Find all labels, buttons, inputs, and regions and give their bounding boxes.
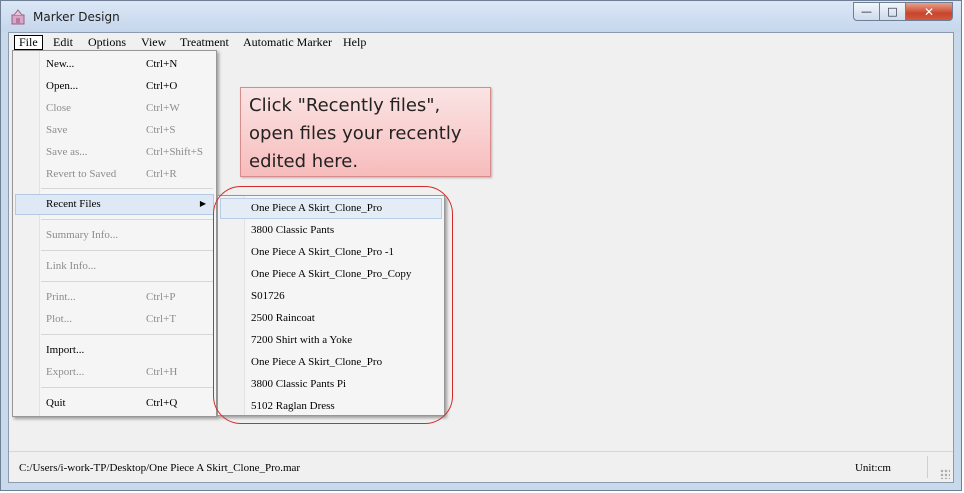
file-menu-summary-info[interactable]: Summary Info...: [15, 225, 214, 245]
menu-item-shortcut: Ctrl+Shift+S: [146, 146, 204, 158]
menu-options[interactable]: Options: [84, 35, 130, 50]
recent-file-label: 2500 Raincoat: [251, 312, 315, 324]
file-menu-open[interactable]: Open... Ctrl+O: [15, 76, 214, 96]
title-bar[interactable]: Marker Design — □ ✕: [1, 1, 961, 32]
recent-file-label: One Piece A Skirt_Clone_Pro: [251, 356, 383, 368]
menu-treatment[interactable]: Treatment: [176, 35, 233, 50]
file-menu-recent-files[interactable]: Recent Files ▶: [15, 194, 214, 215]
menu-item-shortcut: Ctrl+P: [146, 291, 176, 303]
menu-help[interactable]: Help: [339, 35, 370, 50]
menu-item-shortcut: Ctrl+Q: [146, 397, 178, 409]
minimize-button[interactable]: —: [853, 2, 880, 21]
recent-file-item[interactable]: One Piece A Skirt_Clone_Pro -1: [220, 242, 442, 263]
file-menu-revert[interactable]: Revert to Saved Ctrl+R: [15, 164, 214, 184]
recent-file-label: 5102 Raglan Dress: [251, 400, 335, 412]
menu-item-label: Import...: [46, 344, 85, 356]
menu-item-label: Recent Files: [46, 198, 101, 210]
menu-item-label: Save: [46, 124, 68, 136]
file-menu-save[interactable]: Save Ctrl+S: [15, 120, 214, 140]
status-unit: Unit:cm: [854, 462, 891, 474]
menu-separator: [41, 281, 213, 282]
file-menu-import[interactable]: Import...: [15, 340, 214, 360]
menu-item-shortcut: Ctrl+S: [146, 124, 176, 136]
menu-separator: [41, 387, 213, 388]
resize-grip-icon[interactable]: [940, 469, 950, 479]
menu-item-label: Print...: [46, 291, 76, 303]
app-icon: [11, 9, 25, 25]
recent-file-item[interactable]: 5102 Raglan Dress: [220, 396, 442, 417]
menu-item-label: Quit: [46, 397, 66, 409]
callout-line: Click "Recently files",: [249, 95, 441, 116]
menu-view[interactable]: View: [137, 35, 170, 50]
file-menu-quit[interactable]: Quit Ctrl+Q: [15, 393, 214, 413]
menu-item-shortcut: Ctrl+R: [146, 168, 177, 180]
menu-item-shortcut: Ctrl+W: [146, 102, 180, 114]
menu-item-shortcut: Ctrl+T: [146, 313, 177, 325]
maximize-button[interactable]: □: [880, 2, 906, 21]
close-icon: ✕: [923, 4, 935, 19]
recent-file-item[interactable]: One Piece A Skirt_Clone_Pro: [220, 198, 442, 219]
window-title: Marker Design: [33, 10, 120, 24]
recent-file-item[interactable]: S01726: [220, 286, 442, 307]
menu-item-label: Link Info...: [46, 260, 97, 272]
callout-line: open files your recently: [249, 123, 462, 144]
recent-file-item[interactable]: 3800 Classic Pants Pi: [220, 374, 442, 395]
minimize-icon: —: [861, 5, 872, 18]
file-menu-close[interactable]: Close Ctrl+W: [15, 98, 214, 118]
menu-item-shortcut: Ctrl+O: [146, 80, 178, 92]
recent-file-label: 7200 Shirt with a Yoke: [251, 334, 353, 346]
close-button[interactable]: ✕: [906, 2, 953, 21]
tutorial-callout: Click "Recently files", open files your …: [240, 87, 491, 177]
submenu-arrow-icon: ▶: [199, 199, 206, 208]
menu-item-label: New...: [46, 58, 75, 70]
file-menu-plot[interactable]: Plot... Ctrl+T: [15, 309, 214, 329]
file-menu-dropdown: New... Ctrl+N Open... Ctrl+O Close Ctrl+…: [12, 50, 217, 417]
menu-item-label: Close: [46, 102, 72, 114]
file-menu-new[interactable]: New... Ctrl+N: [15, 54, 214, 74]
menu-item-label: Export...: [46, 366, 85, 378]
recent-file-label: 3800 Classic Pants: [251, 224, 335, 236]
menu-item-label: Save as...: [46, 146, 88, 158]
recent-file-item[interactable]: 2500 Raincoat: [220, 308, 442, 329]
recent-file-item[interactable]: 3800 Classic Pants: [220, 220, 442, 241]
file-menu-export[interactable]: Export... Ctrl+H: [15, 362, 214, 382]
maximize-icon: □: [887, 5, 898, 18]
menu-item-label: Revert to Saved: [46, 168, 117, 180]
recent-file-label: One Piece A Skirt_Clone_Pro -1: [251, 246, 394, 258]
recent-file-label: One Piece A Skirt_Clone_Pro: [251, 202, 383, 214]
file-menu-save-as[interactable]: Save as... Ctrl+Shift+S: [15, 142, 214, 162]
menu-item-shortcut: Ctrl+N: [146, 58, 178, 70]
file-menu-print[interactable]: Print... Ctrl+P: [15, 287, 214, 307]
menu-automatic-marker[interactable]: Automatic Marker: [239, 35, 336, 50]
menu-item-shortcut: Ctrl+H: [146, 366, 178, 378]
recent-file-label: S01726: [251, 290, 285, 302]
menu-item-label: Summary Info...: [46, 229, 119, 241]
status-file-path: C:/Users/i-work-TP/Desktop/One Piece A S…: [19, 462, 301, 474]
menu-separator: [41, 250, 213, 251]
recent-file-item[interactable]: One Piece A Skirt_Clone_Pro: [220, 352, 442, 373]
file-menu-link-info[interactable]: Link Info...: [15, 256, 214, 276]
menu-separator: [41, 334, 213, 335]
menu-file[interactable]: File: [14, 35, 43, 50]
callout-line: edited here.: [249, 151, 359, 172]
menu-edit[interactable]: Edit: [49, 35, 77, 50]
menu-separator: [41, 188, 213, 189]
status-bar: C:/Users/i-work-TP/Desktop/One Piece A S…: [9, 451, 953, 482]
recent-file-label: One Piece A Skirt_Clone_Pro_Copy: [251, 268, 412, 280]
menu-item-label: Plot...: [46, 313, 72, 325]
menu-item-label: Open...: [46, 80, 79, 92]
recent-file-label: 3800 Classic Pants Pi: [251, 378, 347, 390]
status-separator: [927, 456, 928, 478]
recent-file-item[interactable]: 7200 Shirt with a Yoke: [220, 330, 442, 351]
recent-file-item[interactable]: One Piece A Skirt_Clone_Pro_Copy: [220, 264, 442, 285]
menu-separator: [41, 219, 213, 220]
recent-files-submenu: One Piece A Skirt_Clone_Pro 3800 Classic…: [217, 195, 445, 416]
